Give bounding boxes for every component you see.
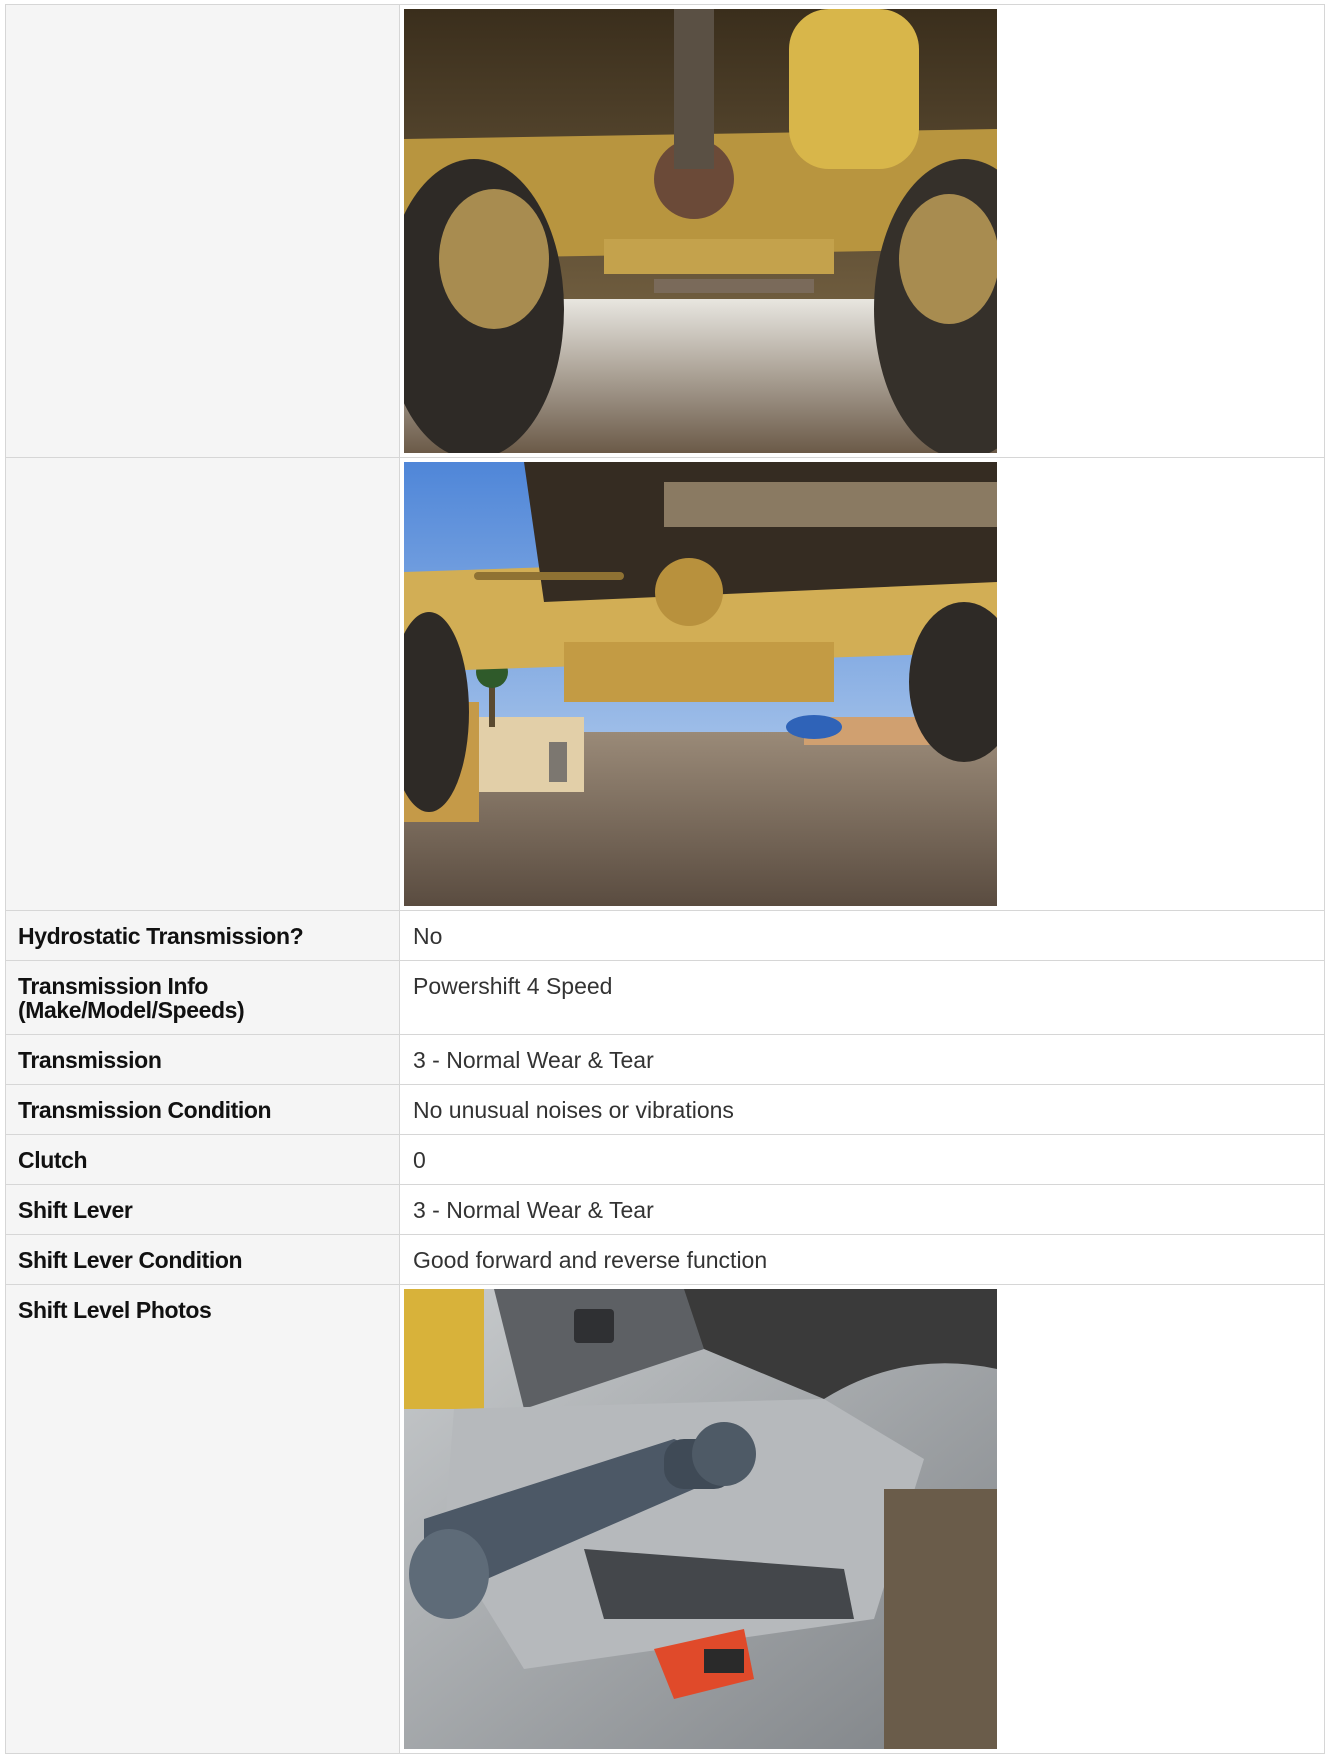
photo-cell xyxy=(399,1284,1325,1754)
table-row: Hydrostatic Transmission? No xyxy=(5,910,1325,961)
photo-cell xyxy=(399,457,1325,911)
table-row: Shift Lever 3 - Normal Wear & Tear xyxy=(5,1184,1325,1235)
row-value: No xyxy=(399,910,1325,961)
row-label: Transmission Condition xyxy=(5,1084,400,1135)
table-row: Shift Lever Condition Good forward and r… xyxy=(5,1234,1325,1285)
shift-lever-photo[interactable] xyxy=(404,1289,997,1749)
empty-label-cell xyxy=(5,457,400,911)
table-row: Transmission 3 - Normal Wear & Tear xyxy=(5,1034,1325,1085)
undercarriage-photo[interactable] xyxy=(404,9,997,453)
row-value: Good forward and reverse function xyxy=(399,1234,1325,1285)
row-value: 3 - Normal Wear & Tear xyxy=(399,1034,1325,1085)
table-row: Clutch 0 xyxy=(5,1134,1325,1185)
row-value: 0 xyxy=(399,1134,1325,1185)
table-row: Transmission Condition No unusual noises… xyxy=(5,1084,1325,1135)
row-label: Shift Level Photos xyxy=(5,1284,400,1754)
row-label: Shift Lever Condition xyxy=(5,1234,400,1285)
photo-cell xyxy=(399,4,1325,458)
row-label: Clutch xyxy=(5,1134,400,1185)
row-label: Transmission xyxy=(5,1034,400,1085)
row-value: No unusual noises or vibrations xyxy=(399,1084,1325,1135)
row-value: 3 - Normal Wear & Tear xyxy=(399,1184,1325,1235)
table-row xyxy=(5,4,1325,458)
row-label: Transmission Info (Make/Model/Speeds) xyxy=(5,960,400,1035)
row-label: Hydrostatic Transmission? xyxy=(5,910,400,961)
table-row xyxy=(5,457,1325,911)
row-value: Powershift 4 Speed xyxy=(399,960,1325,1035)
table-row: Transmission Info (Make/Model/Speeds) Po… xyxy=(5,960,1325,1035)
row-label: Shift Lever xyxy=(5,1184,400,1235)
table-row: Shift Level Photos xyxy=(5,1284,1325,1754)
rear-axle-photo[interactable] xyxy=(404,462,997,906)
empty-label-cell xyxy=(5,4,400,458)
inspection-table: Hydrostatic Transmission? No Transmissio… xyxy=(5,4,1325,1754)
